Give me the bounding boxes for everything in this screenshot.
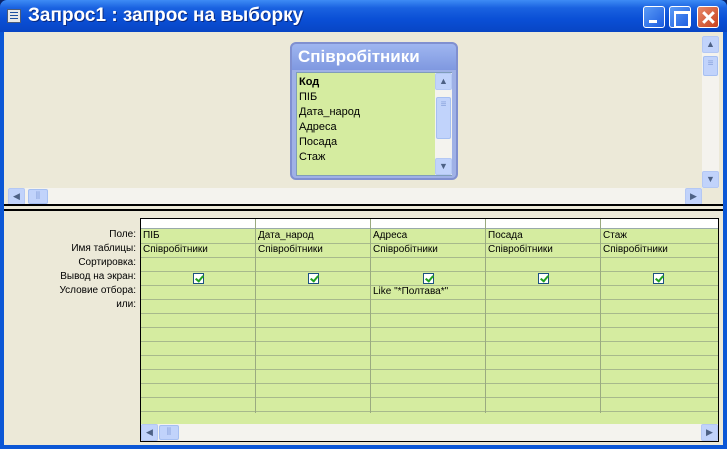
row-label-sort: Сортировка: bbox=[78, 257, 136, 268]
scroll-left-icon[interactable]: ◀ bbox=[141, 424, 158, 441]
pane-splitter[interactable] bbox=[4, 204, 723, 214]
close-button[interactable] bbox=[697, 6, 719, 28]
row-label-show: Вывод на экран: bbox=[60, 271, 136, 282]
scroll-thumb[interactable] bbox=[436, 97, 451, 139]
scroll-thumb[interactable] bbox=[703, 56, 718, 76]
sort-cell[interactable] bbox=[486, 257, 599, 271]
field-cell[interactable]: Адреса bbox=[371, 229, 484, 243]
criteria-cell[interactable] bbox=[141, 285, 254, 299]
scroll-right-icon[interactable]: ▶ bbox=[701, 424, 718, 441]
grid-column: Адреса Співробітники Like "*Полтава*" bbox=[371, 219, 486, 413]
scroll-thumb[interactable] bbox=[28, 189, 48, 204]
scroll-down-icon[interactable]: ▼ bbox=[435, 158, 452, 175]
row-label-table: Имя таблицы: bbox=[71, 243, 136, 254]
show-checkbox[interactable] bbox=[423, 273, 434, 284]
window-title: Запрос1 : запрос на выборку bbox=[28, 5, 304, 26]
sort-cell[interactable] bbox=[141, 257, 254, 271]
criteria-cell[interactable]: Like "*Полтава*" bbox=[371, 285, 484, 299]
scroll-up-icon[interactable]: ▲ bbox=[702, 36, 719, 53]
row-label-or: или: bbox=[116, 299, 136, 310]
sort-cell[interactable] bbox=[601, 257, 716, 271]
or-cell[interactable] bbox=[601, 299, 716, 313]
table-cell[interactable]: Співробітники bbox=[601, 243, 716, 257]
criteria-cell[interactable] bbox=[486, 285, 599, 299]
field-cell[interactable]: Стаж bbox=[601, 229, 716, 243]
show-checkbox[interactable] bbox=[193, 273, 204, 284]
table-pane-horizontal-scrollbar[interactable]: ◀ ▶ bbox=[8, 188, 702, 205]
query-design-area: Співробітники Код ПІБ Дата_народ Адреса … bbox=[4, 32, 723, 445]
show-checkbox[interactable] bbox=[538, 273, 549, 284]
sort-cell[interactable] bbox=[256, 257, 369, 271]
field-item-stazh[interactable]: Стаж bbox=[299, 150, 325, 165]
table-cell[interactable]: Співробітники bbox=[141, 243, 254, 257]
field-item-adresa[interactable]: Адреса bbox=[299, 120, 337, 135]
table-cell[interactable]: Співробітники bbox=[371, 243, 484, 257]
show-checkbox[interactable] bbox=[653, 273, 664, 284]
sort-cell[interactable] bbox=[371, 257, 484, 271]
field-list-scrollbar[interactable]: ▲ ▼ bbox=[435, 73, 452, 175]
grid-column: ПІБ Співробітники bbox=[141, 219, 256, 413]
scroll-thumb[interactable] bbox=[159, 425, 179, 440]
row-label-criteria: Условие отбора: bbox=[59, 285, 136, 296]
design-grid-pane: Поле: Имя таблицы: Сортировка: Вывод на … bbox=[4, 214, 723, 445]
table-name[interactable]: Співробітники bbox=[292, 44, 456, 70]
or-cell[interactable] bbox=[371, 299, 484, 313]
field-item-kod[interactable]: Код bbox=[299, 75, 319, 90]
criteria-cell[interactable] bbox=[601, 285, 716, 299]
table-pane: Співробітники Код ПІБ Дата_народ Адреса … bbox=[4, 32, 723, 205]
field-list: Код ПІБ Дата_народ Адреса Посада Стаж ▲ … bbox=[296, 72, 452, 176]
grid-column: Посада Співробітники bbox=[486, 219, 601, 413]
scroll-right-icon[interactable]: ▶ bbox=[685, 188, 702, 205]
table-cell[interactable]: Співробітники bbox=[486, 243, 599, 257]
table-pane-vertical-scrollbar[interactable]: ▲ ▼ bbox=[702, 36, 719, 188]
query-icon[interactable] bbox=[7, 9, 21, 23]
scroll-left-icon[interactable]: ◀ bbox=[8, 188, 25, 205]
grid-column: Стаж Співробітники bbox=[601, 219, 718, 413]
show-checkbox[interactable] bbox=[308, 273, 319, 284]
table-cell[interactable]: Співробітники bbox=[256, 243, 369, 257]
maximize-button[interactable] bbox=[669, 6, 691, 28]
field-cell[interactable]: ПІБ bbox=[141, 229, 254, 243]
or-cell[interactable] bbox=[486, 299, 599, 313]
query-window: Запрос1 : запрос на выборку Співробітник… bbox=[0, 0, 727, 449]
criteria-cell[interactable] bbox=[256, 285, 369, 299]
grid-column: Дата_народ Співробітники bbox=[256, 219, 371, 413]
table-field-list[interactable]: Співробітники Код ПІБ Дата_народ Адреса … bbox=[290, 42, 458, 180]
query-design-grid: ПІБ Співробітники Дата_народ Співробітни… bbox=[140, 218, 719, 442]
or-cell[interactable] bbox=[141, 299, 254, 313]
field-cell[interactable]: Дата_народ bbox=[256, 229, 369, 243]
minimize-button[interactable] bbox=[643, 6, 665, 28]
grid-horizontal-scrollbar[interactable]: ◀ ▶ bbox=[141, 424, 718, 441]
field-item-posada[interactable]: Посада bbox=[299, 135, 337, 150]
field-item-data-narod[interactable]: Дата_народ bbox=[299, 105, 360, 120]
scroll-up-icon[interactable]: ▲ bbox=[435, 73, 452, 90]
row-label-field: Поле: bbox=[109, 229, 136, 240]
field-cell[interactable]: Посада bbox=[486, 229, 599, 243]
title-bar[interactable]: Запрос1 : запрос на выборку bbox=[0, 0, 727, 32]
scroll-down-icon[interactable]: ▼ bbox=[702, 171, 719, 188]
or-cell[interactable] bbox=[256, 299, 369, 313]
field-item-pib[interactable]: ПІБ bbox=[299, 90, 317, 105]
